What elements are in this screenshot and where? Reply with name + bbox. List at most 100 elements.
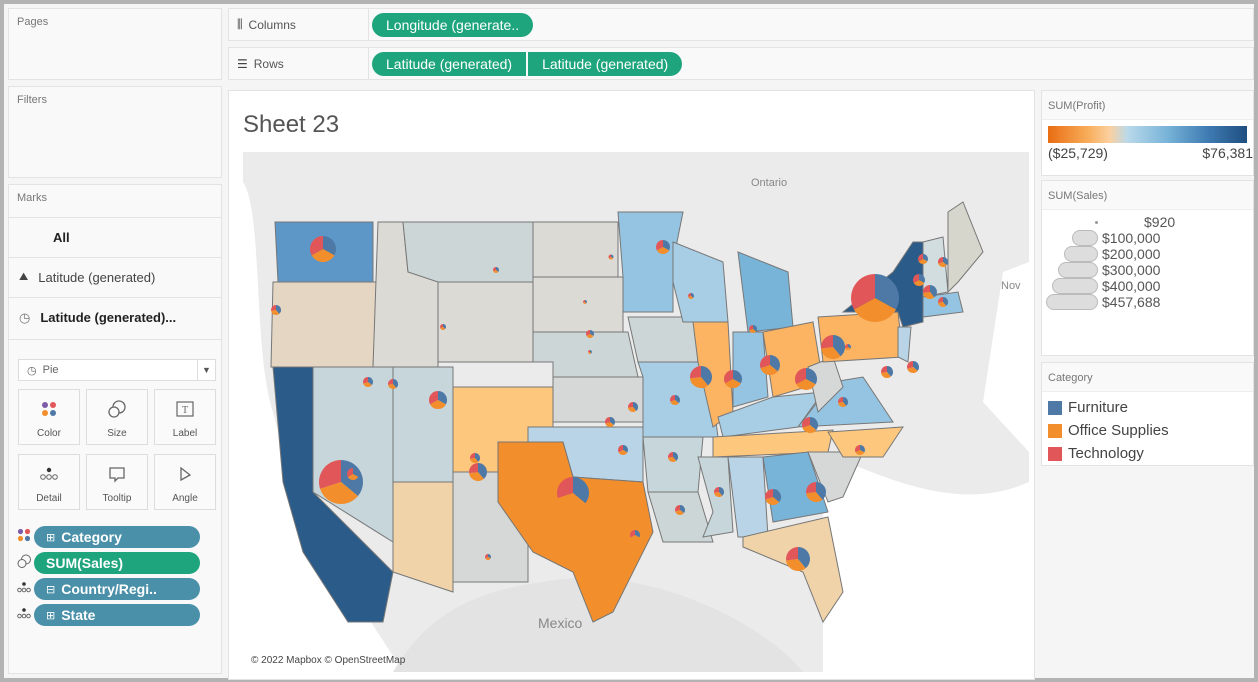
pie-mark[interactable]	[363, 377, 373, 387]
worksheet: Sheet 23 Ontario Mexico Nov © 2022 Mapbo…	[228, 90, 1035, 680]
filters-shelf[interactable]: Filters	[8, 86, 222, 178]
sales-size-legend[interactable]: SUM(Sales) $920 $100,000 $200,000 $300,000 $…	[1041, 180, 1254, 356]
state-north-dakota	[532, 221, 619, 278]
chevron-down-icon[interactable]: ▼	[197, 360, 215, 380]
size-legend-row: $200,000	[1042, 246, 1253, 262]
sum-sales-pill[interactable]: SUM(Sales)	[34, 552, 200, 574]
pie-mark[interactable]	[557, 477, 589, 510]
pie-mark[interactable]	[675, 505, 685, 515]
profit-color-legend[interactable]: SUM(Profit) ($25,729) $76,381	[1041, 90, 1254, 176]
marks-layer-all[interactable]: All	[9, 217, 221, 257]
pie-mark[interactable]	[688, 293, 694, 299]
map-attribution[interactable]: © 2022 Mapbox © OpenStreetMap	[251, 655, 405, 666]
color-label: Color	[37, 428, 61, 439]
pie-mark[interactable]	[724, 370, 742, 388]
state-south-dakota	[532, 276, 624, 333]
profit-gradient	[1048, 126, 1247, 143]
pie-mark[interactable]	[628, 402, 638, 412]
pie-mark[interactable]	[806, 482, 827, 502]
latitude-pill-2[interactable]: Latitude (generated)	[528, 51, 683, 76]
mark-field-state[interactable]: ⊞ State	[17, 604, 200, 626]
pie-mark[interactable]	[485, 554, 491, 560]
pie-mark[interactable]	[470, 453, 480, 463]
pie-mark[interactable]	[310, 236, 336, 262]
pie-mark[interactable]	[938, 297, 949, 308]
legend-item-furniture[interactable]: Furniture	[1042, 396, 1253, 419]
pie-mark[interactable]	[802, 417, 818, 434]
pie-mark[interactable]	[440, 324, 446, 330]
pie-mark[interactable]	[923, 285, 938, 300]
pie-mark[interactable]	[690, 366, 712, 388]
map-canvas[interactable]	[243, 152, 1029, 672]
pie-mark[interactable]	[907, 361, 919, 374]
tableau-workspace: Pages Filters Marks All ⛰ Latitude (gene…	[4, 4, 1254, 680]
pie-mark[interactable]	[588, 350, 592, 354]
columns-shelf[interactable]: ⫼ Columns Longitude (generate..	[228, 8, 1254, 41]
pie-mark[interactable]	[918, 254, 928, 264]
rows-icon: ☰	[237, 56, 248, 71]
pie-mark[interactable]	[881, 366, 893, 378]
pie-mark[interactable]	[630, 530, 640, 540]
pie-mark[interactable]	[347, 468, 359, 480]
pie-mark[interactable]	[855, 445, 865, 455]
mark-type-dropdown[interactable]: ◷ Pie ▼	[18, 359, 216, 381]
pie-mark[interactable]	[388, 379, 398, 389]
country-region-pill[interactable]: ⊟ Country/Regi..	[34, 578, 200, 600]
map-view[interactable]: Ontario Mexico Nov © 2022 Mapbox © OpenS…	[243, 152, 1029, 672]
pie-mark[interactable]	[670, 395, 680, 405]
color-button[interactable]: Color	[18, 389, 80, 445]
pie-mark[interactable]	[493, 267, 500, 273]
size-button[interactable]: Size	[86, 389, 148, 445]
pie-mark[interactable]	[605, 417, 615, 428]
swatch-office-supplies	[1048, 423, 1062, 438]
mark-field-country[interactable]: ⊟ Country/Regi..	[17, 578, 200, 600]
legend-item-office-supplies[interactable]: Office Supplies	[1042, 419, 1253, 442]
pie-mark[interactable]	[760, 355, 780, 376]
mark-field-sales[interactable]: SUM(Sales)	[17, 552, 200, 574]
pie-mark[interactable]	[937, 257, 948, 267]
size-icon	[108, 390, 126, 428]
marks-title: Marks	[17, 192, 47, 204]
label-button[interactable]: T Label	[154, 389, 216, 445]
text-label-icon: T	[176, 390, 194, 428]
category-color-legend[interactable]: Category Furniture Office Supplies Techn…	[1041, 362, 1254, 466]
pages-shelf[interactable]: Pages	[8, 8, 222, 80]
pie-mark[interactable]	[765, 489, 781, 506]
pie-mark[interactable]	[749, 325, 757, 333]
pie-mark[interactable]	[714, 487, 724, 498]
pie-mark[interactable]	[668, 452, 678, 462]
pie-mark[interactable]	[618, 445, 628, 455]
sheet-title[interactable]: Sheet 23	[243, 111, 339, 139]
pie-mark[interactable]	[469, 463, 487, 481]
state-pill[interactable]: ⊞ State	[34, 604, 200, 626]
category-pill[interactable]: ⊞ Category	[34, 526, 200, 548]
mark-field-category[interactable]: ⊞ Category	[17, 526, 200, 548]
latitude-pill-1[interactable]: Latitude (generated)	[372, 51, 529, 76]
svg-text:T: T	[182, 405, 188, 416]
size-legend-label: $300,000	[1102, 262, 1161, 278]
pie-mark[interactable]	[820, 335, 846, 359]
marks-layer-pie[interactable]: ◷ Latitude (generated)...	[9, 297, 221, 337]
detail-button[interactable]: Detail	[18, 454, 80, 510]
pie-mark[interactable]	[795, 368, 817, 390]
pie-mark[interactable]	[838, 397, 848, 407]
mark-type-value: Pie	[42, 364, 59, 376]
pie-mark[interactable]	[786, 547, 810, 571]
marks-layer-map[interactable]: ⛰ Latitude (generated)	[9, 257, 221, 297]
pie-mark[interactable]	[851, 274, 899, 322]
pie-mark[interactable]	[271, 305, 281, 315]
pie-mark[interactable]	[608, 254, 614, 260]
pie-mark[interactable]	[586, 330, 594, 338]
pie-mark[interactable]	[583, 300, 587, 304]
pie-mark[interactable]	[913, 274, 925, 286]
pie-mark[interactable]	[429, 391, 447, 409]
tooltip-button[interactable]: Tooltip	[86, 454, 148, 510]
pie-mark[interactable]	[845, 344, 851, 350]
pie-mark[interactable]	[656, 240, 670, 255]
angle-button[interactable]: Angle	[154, 454, 216, 510]
filters-title: Filters	[17, 94, 47, 106]
longitude-pill[interactable]: Longitude (generate..	[372, 12, 534, 37]
rows-shelf[interactable]: ☰ Rows Latitude (generated) Latitude (ge…	[228, 47, 1254, 80]
pie-mark[interactable]	[319, 460, 363, 504]
legend-item-technology[interactable]: Technology	[1042, 442, 1253, 465]
